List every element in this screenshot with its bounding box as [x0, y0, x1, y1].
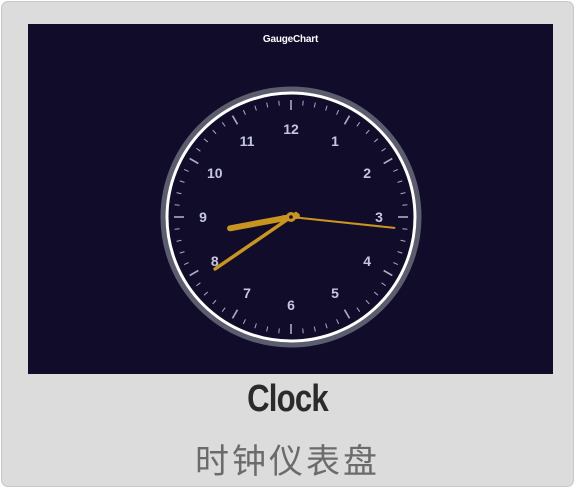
minor-tick: [278, 100, 280, 106]
card-title: Clock: [247, 378, 329, 420]
hour-label: 7: [243, 285, 251, 301]
hour-label: 3: [375, 209, 383, 225]
hour-label: 1: [331, 133, 339, 149]
minor-tick: [174, 204, 180, 206]
hour-label: 4: [363, 253, 371, 269]
hour-label: 9: [199, 209, 207, 225]
minor-tick: [302, 100, 304, 106]
chart-preview[interactable]: GaugeChart 12 1 2 3 4 5 6 7 8 9 10 11: [28, 24, 553, 374]
hour-label: 5: [331, 285, 339, 301]
minor-tick: [174, 228, 180, 230]
hour-label: 2: [363, 165, 371, 181]
center-pin: [289, 215, 293, 219]
hour-label: 6: [287, 297, 295, 313]
card-subtitle: 时钟仪表盘: [195, 442, 380, 482]
hour-label: 12: [283, 121, 299, 137]
clock-gauge: 121234567891011: [160, 86, 422, 348]
minor-tick: [402, 204, 408, 206]
minor-tick: [302, 328, 304, 334]
hour-label: 11: [240, 133, 255, 149]
minor-tick: [278, 328, 280, 334]
minor-tick: [402, 228, 408, 230]
hour-label: 10: [207, 165, 223, 181]
chart-card[interactable]: GaugeChart 12 1 2 3 4 5 6 7 8 9 10 11 Clock 时钟仪表盘: [1, 1, 574, 487]
